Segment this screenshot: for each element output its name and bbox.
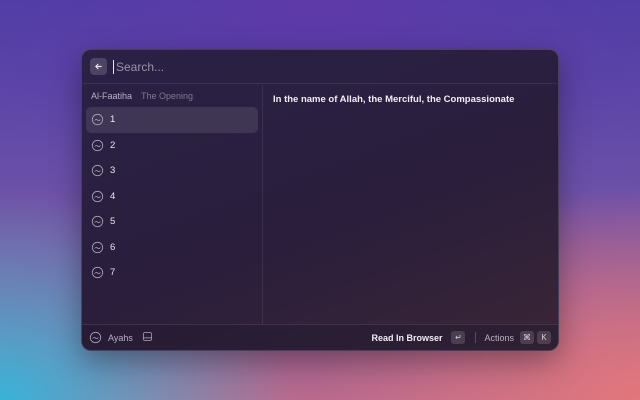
footer-left: Ayahs (89, 331, 371, 344)
back-button[interactable] (90, 58, 107, 75)
footer-divider (475, 332, 477, 343)
search-input[interactable] (113, 59, 550, 74)
quran-icon (91, 190, 104, 203)
arrow-left-icon (95, 63, 102, 70)
list-item-label: 6 (110, 241, 116, 253)
detail-panel: In the name of Allah, the Merciful, the … (263, 85, 558, 324)
command-label: Ayahs (108, 332, 133, 343)
list-item-label: 1 (110, 114, 116, 126)
list-item[interactable]: 6 (86, 235, 258, 261)
list-item[interactable]: 2 (86, 133, 258, 159)
list-item[interactable]: 5 (86, 209, 258, 235)
section-header: Al-Faatiha The Opening (86, 85, 258, 107)
main-content: Al-Faatiha The Opening 1 2 3 4 5 6 7 In … (82, 85, 558, 324)
section-title: Al-Faatiha (91, 91, 133, 101)
list-item[interactable]: 7 (86, 260, 258, 286)
quran-icon (91, 241, 104, 254)
list-item-label: 4 (110, 190, 116, 202)
list-item-label: 2 (110, 139, 116, 151)
command-window: Al-Faatiha The Opening 1 2 3 (81, 49, 559, 351)
book-icon[interactable] (142, 331, 155, 344)
ayah-translation: In the name of Allah, the Merciful, the … (273, 94, 515, 105)
quran-icon (91, 139, 104, 152)
section-subtitle: The Opening (141, 91, 194, 101)
ayah-list-panel: Al-Faatiha The Opening 1 2 3 4 5 6 7 (82, 85, 263, 324)
footer-right: Read In Browser ↵ Actions ⌘ K (371, 331, 551, 344)
extension-icon (89, 331, 102, 344)
list-item[interactable]: 3 (86, 158, 258, 184)
quran-icon (91, 113, 104, 126)
list-item[interactable]: 1 (86, 107, 258, 133)
action-bar: Ayahs Read In Browser ↵ Actions ⌘ K (82, 324, 558, 350)
actions-button[interactable]: Actions (484, 333, 514, 343)
enter-key-badge: ↵ (451, 331, 466, 344)
list-item[interactable]: 4 (86, 184, 258, 210)
k-key-badge: K (537, 331, 551, 344)
quran-icon (91, 164, 104, 177)
command-key-badge: ⌘ (520, 331, 534, 344)
list-item-label: 3 (110, 165, 116, 177)
list-item-label: 7 (110, 267, 116, 279)
list-item-label: 5 (110, 216, 116, 228)
quran-icon (91, 266, 104, 279)
quran-icon (91, 215, 104, 228)
search-bar (82, 50, 558, 84)
read-in-browser-button[interactable]: Read In Browser (371, 333, 442, 343)
